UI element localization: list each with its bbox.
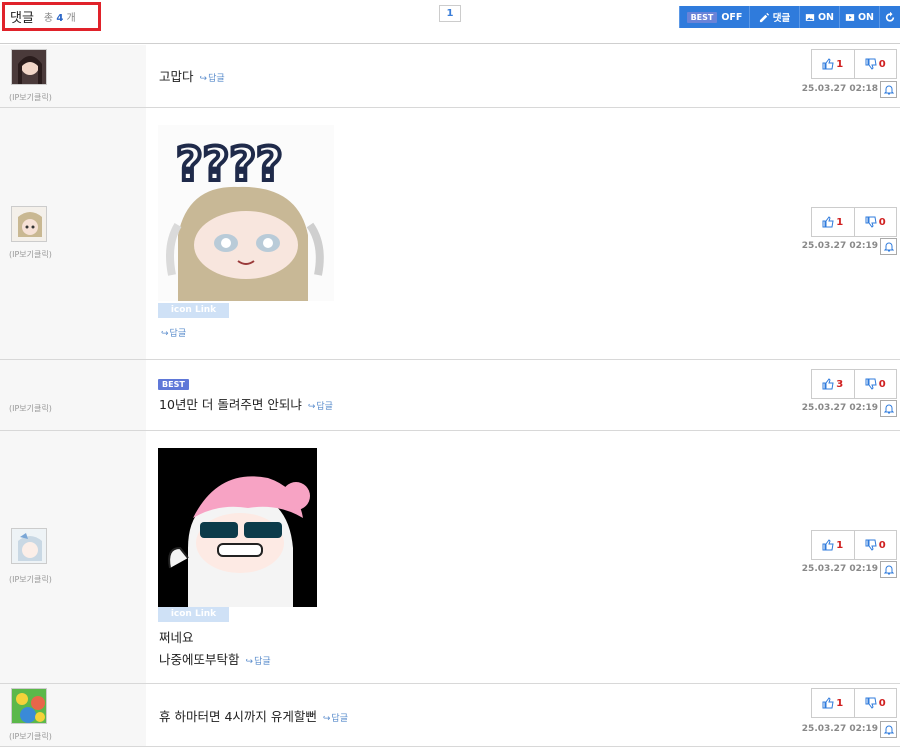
avatar[interactable]	[11, 528, 47, 564]
vote-buttons: 3 0	[811, 369, 897, 399]
comment-row: (IP보기클릭) BEST 10년만 더 돌려주면 안되냐답글 3 0 25.0…	[0, 360, 900, 431]
comment-text: 쩌네요 나중에또부탁함답글	[159, 627, 271, 668]
notify-button[interactable]	[880, 561, 897, 578]
comment-title: 댓글	[10, 11, 34, 26]
comment-row: (IP보기클릭) 휴 하마터면 4시까지 유게할뻔답글 1 0 25.03.27…	[0, 684, 900, 747]
comment-date: 25.03.27 02:19	[801, 241, 878, 251]
vote-buttons: 1 0	[811, 530, 897, 560]
vote-buttons: 1 0	[811, 688, 897, 718]
bell-icon	[883, 404, 894, 413]
notify-button[interactable]	[880, 238, 897, 255]
vote-buttons: 1 0	[811, 207, 897, 237]
refresh-button[interactable]	[879, 6, 900, 28]
vote-buttons: 1 0	[811, 49, 897, 79]
downvote-button[interactable]: 0	[854, 49, 897, 79]
comment-row: (IP보기클릭) ???? icon Link 답글 1 0 25.03.27	[0, 108, 900, 360]
downvote-button[interactable]: 0	[854, 688, 897, 718]
downvote-button[interactable]: 0	[854, 207, 897, 237]
ip-view-link[interactable]: (IP보기클릭)	[9, 403, 52, 414]
video-icon	[845, 13, 855, 21]
thumbs-up-icon	[822, 378, 834, 390]
ip-view-link[interactable]: (IP보기클릭)	[9, 731, 52, 742]
comment-text: 10년만 더 돌려주면 안되냐답글	[159, 394, 333, 413]
comment-title-box: 댓글 총 4 개	[2, 2, 101, 31]
notify-button[interactable]	[880, 81, 897, 98]
ip-view-link[interactable]: (IP보기클릭)	[9, 249, 52, 260]
best-toggle-button[interactable]: BEST OFF	[679, 6, 749, 28]
thumbs-down-icon	[865, 697, 877, 709]
thumbs-up-icon	[822, 539, 834, 551]
refresh-icon	[885, 11, 895, 22]
thumbs-up-icon	[822, 216, 834, 228]
image-toggle-button[interactable]: ON	[799, 6, 839, 28]
page-number-button[interactable]: 1	[439, 5, 461, 22]
thumbs-down-icon	[865, 378, 877, 390]
svg-text:????: ????	[176, 137, 283, 191]
video-toggle-button[interactable]: ON	[839, 6, 879, 28]
comment-row: (IP보기클릭) icon Link 쩌네요 나중에또부탁함답글 1 0 25.…	[0, 431, 900, 684]
avatar[interactable]	[11, 49, 47, 85]
comment-total: 총 4 개	[43, 13, 76, 24]
best-tag: BEST	[686, 11, 718, 23]
notify-button[interactable]	[880, 400, 897, 417]
thumbs-down-icon	[865, 216, 877, 228]
pencil-icon	[759, 12, 769, 22]
bell-icon	[883, 725, 894, 734]
upvote-button[interactable]: 1	[811, 49, 855, 79]
avatar[interactable]	[11, 206, 47, 242]
thumbs-up-icon	[822, 697, 834, 709]
reply-link[interactable]: 답글	[323, 714, 348, 724]
write-comment-button[interactable]: 댓글	[749, 6, 799, 28]
notify-button[interactable]	[880, 721, 897, 738]
reply-link[interactable]: 답글	[246, 657, 271, 667]
comment-date: 25.03.27 02:19	[801, 403, 878, 413]
comment-date: 25.03.27 02:18	[801, 84, 878, 94]
upvote-button[interactable]: 1	[811, 530, 855, 560]
downvote-button[interactable]: 0	[854, 369, 897, 399]
image-icon	[805, 13, 815, 21]
bell-icon	[883, 85, 894, 94]
bell-icon	[883, 565, 894, 574]
sticker-image	[158, 448, 317, 607]
comment-text: 답글	[161, 324, 186, 339]
comment-text: 고맙다답글	[159, 66, 225, 85]
thumbs-down-icon	[865, 58, 877, 70]
comment-date: 25.03.27 02:19	[801, 724, 878, 734]
icon-link[interactable]: icon Link	[158, 303, 229, 318]
upvote-button[interactable]: 1	[811, 207, 855, 237]
reply-link[interactable]: 답글	[200, 74, 225, 84]
thumbs-down-icon	[865, 539, 877, 551]
ip-view-link[interactable]: (IP보기클릭)	[9, 574, 52, 585]
best-state: OFF	[721, 11, 743, 23]
best-badge: BEST	[158, 379, 189, 390]
reply-link[interactable]: 답글	[161, 329, 186, 339]
avatar[interactable]	[11, 688, 47, 724]
icon-link[interactable]: icon Link	[158, 607, 229, 622]
thumbs-up-icon	[822, 58, 834, 70]
comment-row: (IP보기클릭) 고맙다답글 1 0 25.03.27 02:18	[0, 45, 900, 108]
downvote-button[interactable]: 0	[854, 530, 897, 560]
comment-toolbar: BEST OFF 댓글 ON ON	[679, 6, 900, 28]
upvote-button[interactable]: 1	[811, 688, 855, 718]
comment-date: 25.03.27 02:19	[801, 564, 878, 574]
reply-link[interactable]: 답글	[308, 402, 333, 412]
sticker-image: ????	[158, 125, 334, 301]
comments-header: 댓글 총 4 개 1 BEST OFF 댓글 ON ON	[0, 0, 900, 44]
upvote-button[interactable]: 3	[811, 369, 855, 399]
ip-view-link[interactable]: (IP보기클릭)	[9, 92, 52, 103]
bell-icon	[883, 242, 894, 251]
comment-text: 휴 하마터면 4시까지 유게할뻔답글	[159, 706, 348, 725]
